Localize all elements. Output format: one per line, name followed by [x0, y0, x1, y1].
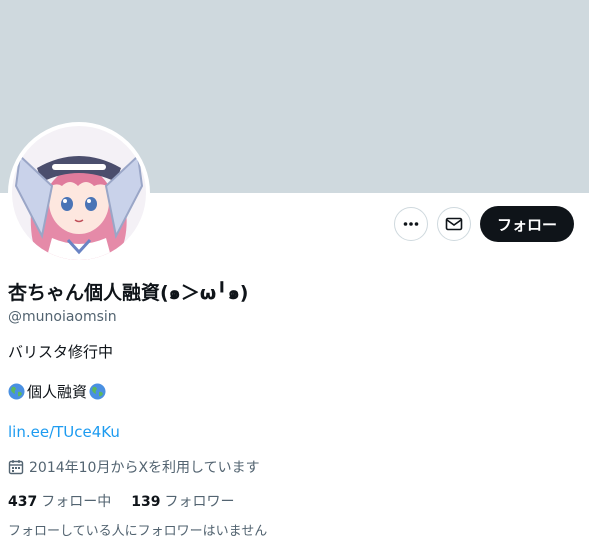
bio-line: バリスタ修行中	[8, 343, 114, 361]
followers-label: フォロワー	[164, 494, 235, 510]
following-count: 437	[8, 494, 38, 510]
bio-line-with-globes: 個人融資	[8, 381, 106, 402]
globe-icon	[89, 383, 106, 400]
bio-text: 個人融資	[27, 383, 88, 401]
envelope-icon	[445, 217, 463, 231]
globe-icon	[8, 383, 25, 400]
display-name: 杏ちゃん個人融資(๑＞ω╹๑)	[8, 282, 249, 304]
followers-link[interactable]: 139 フォロワー	[131, 491, 234, 511]
avatar-image	[12, 126, 146, 260]
following-link[interactable]: 437 フォロー中	[8, 491, 111, 511]
profile-link[interactable]: lin.ee/TUce4Ku	[8, 423, 120, 441]
follow-button[interactable]: フォロー	[479, 206, 574, 242]
profile-actions: フォロー	[393, 206, 574, 242]
more-button[interactable]	[393, 207, 428, 241]
message-button[interactable]	[436, 207, 471, 241]
calendar-icon	[8, 460, 24, 475]
join-date-text: 2014年10月からXを利用しています	[29, 460, 260, 476]
following-label: フォロー中	[41, 494, 112, 510]
more-icon	[403, 222, 419, 226]
followers-count: 139	[131, 494, 161, 510]
mutual-followers-note: フォローしている人にフォロワーはいません	[8, 524, 268, 539]
user-handle: @munoiaomsin	[8, 309, 117, 325]
follow-stats: 437 フォロー中 139 フォロワー	[8, 491, 234, 511]
join-date: 2014年10月からXを利用しています	[8, 457, 260, 477]
profile-avatar[interactable]	[8, 122, 150, 264]
